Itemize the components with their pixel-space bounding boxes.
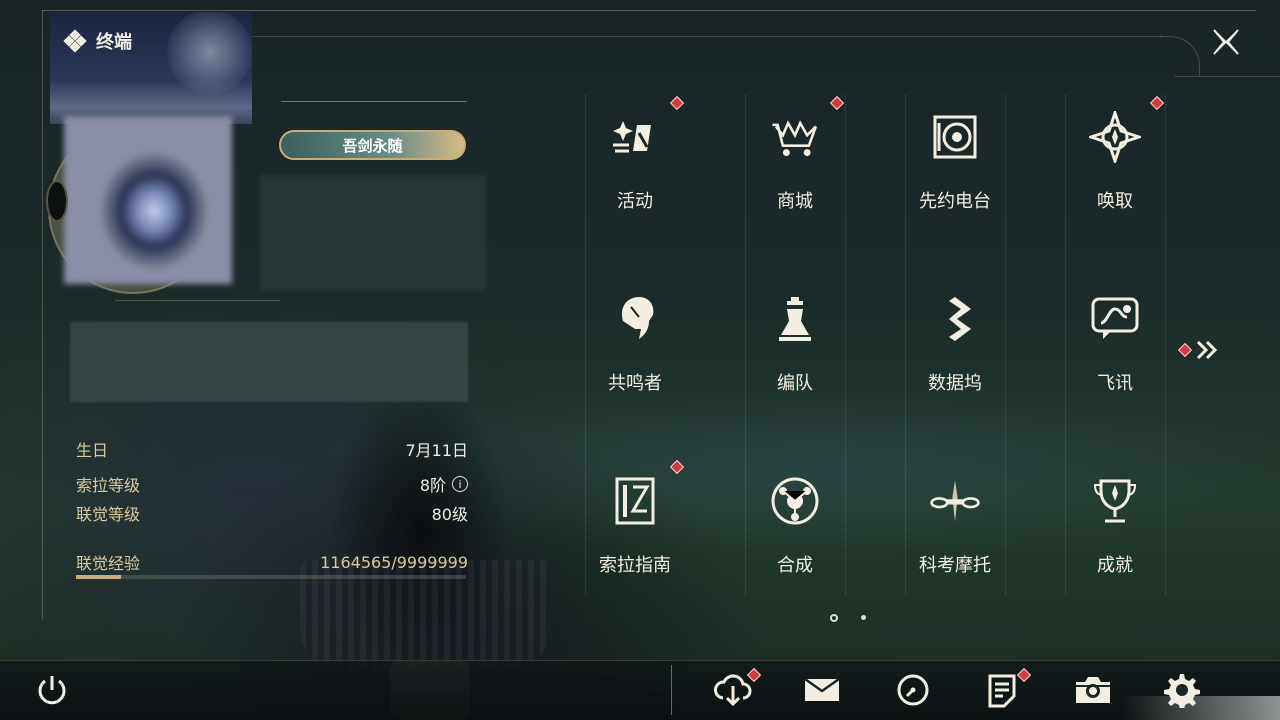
notice-icon [988,674,1016,708]
page-indicator-active[interactable] [830,614,838,622]
stat-sol-rank: 索拉等级 8阶 i [76,472,468,496]
motorcycle-icon [929,475,981,527]
menu-label: 唤取 [1097,191,1133,212]
notification-badge [1149,95,1165,111]
cloud-download-icon [714,674,752,707]
mail-button[interactable] [802,670,842,710]
frame-line [42,10,1256,11]
data-bank-icon [929,293,981,345]
info-icon[interactable]: i [452,476,468,492]
menu-messages[interactable]: 飞讯 [1035,277,1195,427]
notification-badge [669,95,685,111]
exp-progress-bar [76,575,466,579]
menu-shop[interactable]: 商城 [715,95,875,245]
stat-value-text: 1164565/9999999 [320,552,468,572]
player-signature-redacted[interactable] [70,322,468,402]
terminal-icon [63,29,87,53]
activity-icon [609,111,661,163]
stat-value: 80级 [432,501,468,525]
clock-icon [897,674,929,706]
stat-birthday: 生日 7月11日 [76,437,468,461]
menu-label: 索拉指南 [599,555,671,576]
notice-button[interactable] [982,667,1032,710]
player-name-redacted [260,175,486,290]
divider [115,300,280,301]
divider [281,101,467,102]
stat-value: 7月11日 [405,437,468,461]
camera-button[interactable] [1073,670,1113,710]
menu-label: 成就 [1097,555,1133,576]
menu-radio[interactable]: 先约电台 [875,95,1035,245]
stat-value-text: 8阶 [419,476,446,495]
stat-value-text: 80级 [431,505,468,524]
menu-label: 科考摩托 [919,555,991,576]
menu-guide[interactable]: 索拉指南 [555,459,715,609]
frame-line [1174,76,1280,77]
menu-label: 合成 [777,555,813,576]
menu-label: 飞讯 [1097,373,1133,394]
stat-union-level: 联觉等级 80级 [76,501,468,525]
avatar[interactable] [64,116,232,284]
title-badge-label: 吾剑永随 [342,136,403,155]
shop-icon [769,111,821,163]
stat-label: 索拉等级 [76,476,141,495]
next-page-button[interactable] [1177,340,1218,360]
stat-value: 1164565/9999999 [320,553,468,572]
title-badge[interactable]: 吾剑永随 [279,130,466,160]
menu-synthesis[interactable]: 合成 [715,459,875,609]
notification-badge [829,95,845,111]
message-icon [1089,293,1141,345]
trophy-icon [1089,475,1141,527]
exp-progress-fill [76,575,122,579]
stat-label: 联觉等级 [76,505,141,524]
menu-label: 编队 [777,373,813,394]
menu-label: 共鸣者 [608,373,662,394]
frame-line [252,36,1162,37]
guide-icon [609,475,661,527]
resonator-icon [609,293,661,345]
chevron-right-icon [1196,340,1218,360]
team-icon [769,293,821,345]
toolbar-divider [671,665,672,715]
camera-icon [1076,677,1110,703]
summon-icon [1089,111,1141,163]
power-button[interactable] [32,670,72,710]
page-title: 终端 [63,28,132,54]
clock-button[interactable] [893,670,933,710]
mail-icon [804,677,840,701]
page-title-text: 终端 [96,32,132,53]
stat-union-exp: 联觉经验 1164565/9999999 [76,550,468,574]
menu-activity[interactable]: 活动 [555,95,715,245]
notification-badge [669,459,685,475]
page-indicator[interactable] [861,615,866,620]
radio-icon [929,111,981,163]
close-icon [1213,29,1239,55]
frame-line [42,10,43,620]
power-icon [38,676,66,705]
menu-team[interactable]: 编队 [715,277,875,427]
menu-achievements[interactable]: 成就 [1035,459,1195,609]
menu-motorcycle[interactable]: 科考摩托 [875,459,1035,609]
close-button[interactable] [1206,22,1246,62]
synthesis-icon [769,475,821,527]
menu-label: 商城 [777,191,813,212]
avatar-ornament [46,180,68,222]
stat-value-text: 7月11日 [405,441,468,460]
stat-value: 8阶 i [420,472,468,496]
menu-data-bank[interactable]: 数据坞 [875,277,1035,427]
corner-watermark [1120,696,1280,720]
menu-label: 活动 [617,191,653,212]
notification-badge [1177,342,1193,358]
stat-label: 生日 [76,441,109,460]
download-button[interactable] [713,667,762,710]
stat-label: 联觉经验 [76,554,141,573]
frame-corner [1160,36,1200,76]
menu-label: 数据坞 [928,373,982,394]
menu-resonators[interactable]: 共鸣者 [555,277,715,427]
menu-label: 先约电台 [919,191,991,212]
menu-summon[interactable]: 唤取 [1035,95,1195,245]
